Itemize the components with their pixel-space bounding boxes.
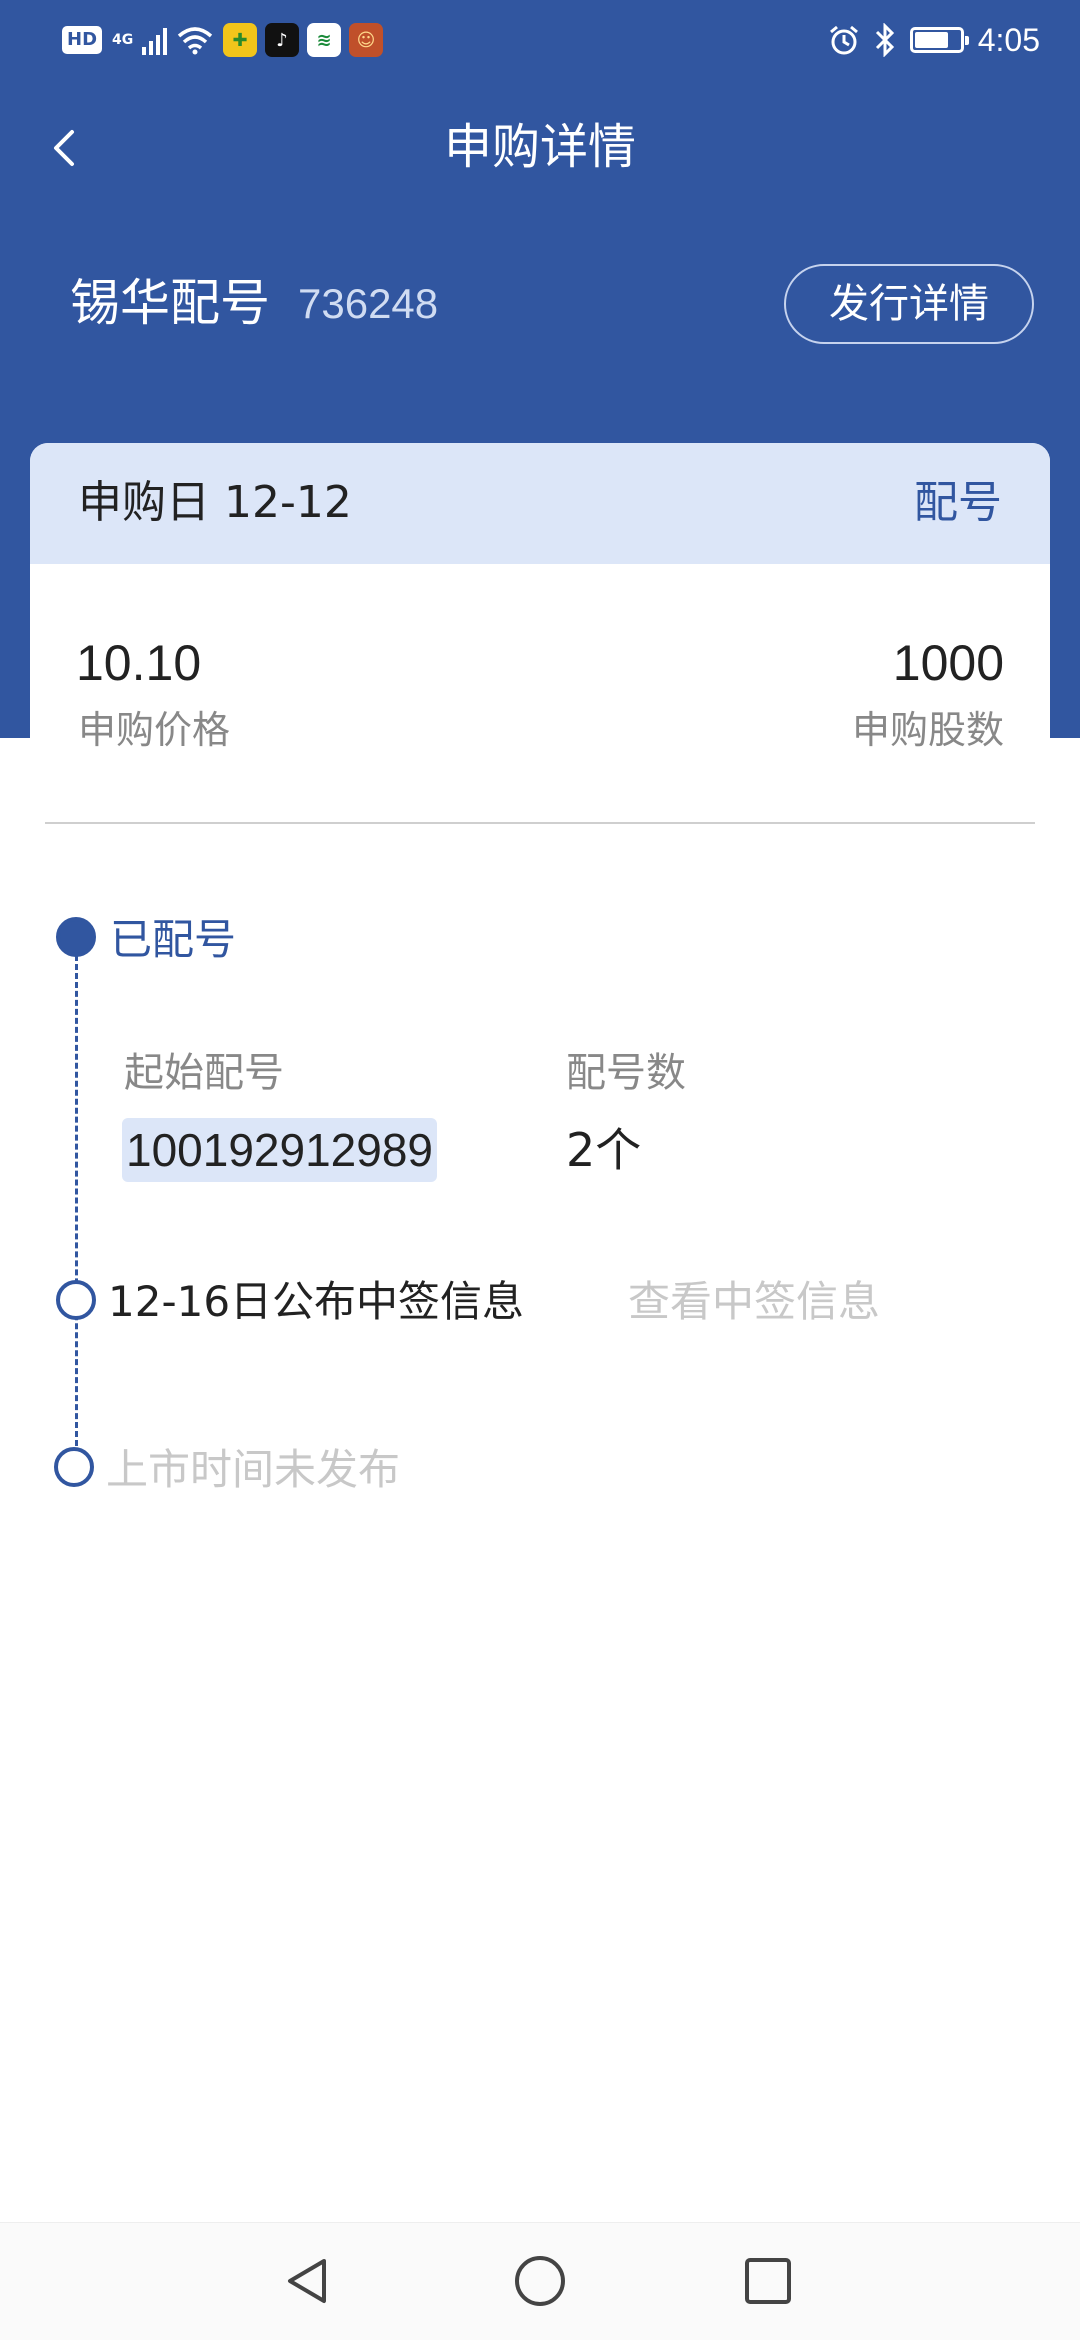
status-left: HD 4G ✚ ♪ ≋ ☺ — [62, 22, 384, 58]
shares-value: 1000 — [892, 635, 1004, 691]
start-number-value[interactable]: 100192912989 — [122, 1118, 437, 1182]
status-right: 4:05 — [828, 18, 1040, 62]
system-nav-bar — [0, 2222, 1080, 2340]
bluetooth-icon — [875, 23, 894, 57]
divider — [45, 822, 1035, 824]
issue-detail-button[interactable]: 发行详情 — [784, 264, 1034, 344]
wifi-icon — [177, 27, 213, 55]
number-count-value: 2个 — [566, 1123, 642, 1177]
timeline-dot-done — [56, 917, 96, 957]
status-bar: HD 4G ✚ ♪ ≋ ☺ 4:05 — [0, 0, 1080, 80]
step-assigned: 已配号 — [110, 915, 237, 964]
battery-icon — [909, 27, 969, 53]
nav-recents-button[interactable] — [728, 2241, 808, 2321]
triangle-back-icon — [288, 2259, 326, 2303]
square-recents-icon — [745, 2258, 791, 2304]
status-label: 配号 — [914, 477, 1002, 528]
number-count-label: 配号数 — [566, 1050, 686, 1096]
page-title: 申购详情 — [443, 119, 636, 175]
nav-home-button[interactable] — [500, 2241, 580, 2321]
hd-badge: HD — [62, 26, 103, 54]
view-lottery-link[interactable]: 查看中签信息 — [628, 1274, 880, 1330]
network-type: 4G — [112, 32, 134, 48]
post-app-icon: ≋ — [307, 23, 342, 57]
avatar-app-icon: ☺ — [349, 23, 384, 57]
alarm-icon — [829, 25, 858, 55]
stock-code: 736248 — [298, 280, 439, 327]
step-listing-date: 上市时间未发布 — [106, 1445, 401, 1494]
clock: 4:05 — [977, 21, 1040, 58]
subscription-card: 申购日 12-12 配号 10.10 申购价格 1000 申购股数 — [30, 443, 1050, 823]
signal-icon — [142, 25, 168, 55]
step-lottery-announce: 12-16日公布中签信息 — [108, 1277, 525, 1326]
card-header: 申购日 12-12 配号 — [30, 443, 1050, 564]
start-number-label: 起始配号 — [124, 1050, 284, 1096]
timeline-dot-pending — [56, 1280, 96, 1320]
price-value: 10.10 — [76, 635, 202, 691]
price-label: 申购价格 — [78, 708, 231, 752]
stock-name: 锡华配号 — [70, 274, 270, 332]
game-app-icon: ✚ — [223, 23, 258, 57]
subscribe-date: 申购日 12-12 — [78, 477, 352, 528]
shares-label: 申购股数 — [851, 708, 1004, 752]
tiktok-icon: ♪ — [265, 23, 300, 57]
circle-home-icon — [515, 2256, 565, 2306]
timeline-dot-future — [54, 1447, 94, 1487]
timeline-line — [75, 955, 78, 1455]
nav-back-button[interactable] — [268, 2241, 348, 2321]
